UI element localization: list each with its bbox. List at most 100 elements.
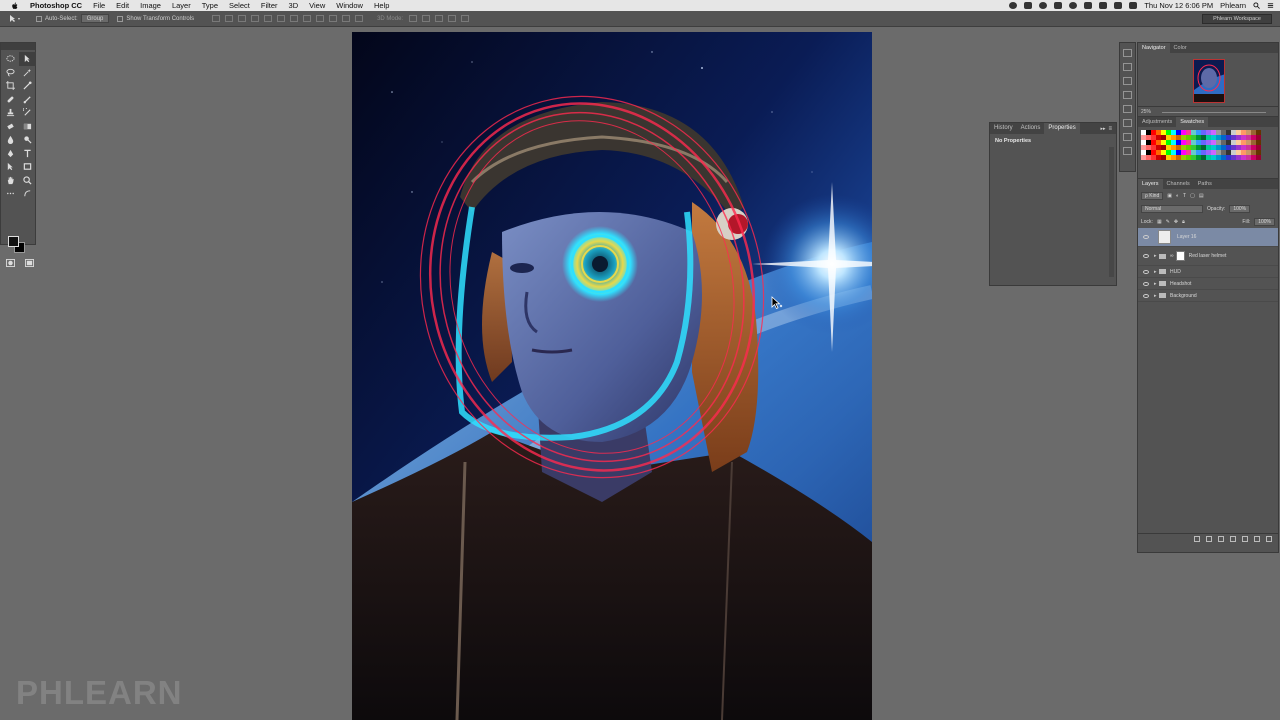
- tab-properties[interactable]: Properties: [1044, 123, 1080, 134]
- swap-colors-icon[interactable]: [19, 187, 36, 201]
- visibility-eye-icon[interactable]: [1143, 281, 1149, 286]
- path-selection-tool-icon[interactable]: [2, 160, 19, 174]
- menu-select[interactable]: Select: [229, 1, 250, 10]
- clone-source-icon[interactable]: [1123, 63, 1132, 71]
- tab-channels[interactable]: Channels: [1163, 179, 1194, 189]
- distribute-center-icon[interactable]: [342, 15, 351, 22]
- lasso-tool-icon[interactable]: [2, 66, 19, 80]
- tab-swatches[interactable]: Swatches: [1176, 117, 1209, 127]
- magic-wand-tool-icon[interactable]: [19, 66, 36, 80]
- dodge-tool-icon[interactable]: [19, 133, 36, 147]
- menu-view[interactable]: View: [309, 1, 325, 10]
- blend-mode-dropdown[interactable]: Normal: [1141, 204, 1203, 213]
- visibility-eye-icon[interactable]: [1143, 293, 1149, 298]
- menu-3d[interactable]: 3D: [289, 1, 299, 10]
- distribute-left-icon[interactable]: [329, 15, 338, 22]
- layer-row-red-laser-helmet[interactable]: ▸ ∞ Red laser helmet: [1138, 247, 1278, 266]
- tool-presets-icon[interactable]: [1123, 105, 1132, 113]
- workspace-switcher[interactable]: Phlearn Workspace: [1202, 14, 1272, 24]
- screen-mode-icon[interactable]: [25, 259, 34, 267]
- filter-smart-object-icon[interactable]: ▤: [1199, 193, 1204, 199]
- layer-row-background[interactable]: ▸ Background: [1138, 290, 1278, 302]
- navigator-zoom-value[interactable]: 25%: [1141, 109, 1151, 115]
- tab-navigator[interactable]: Navigator: [1138, 43, 1170, 53]
- link-layers-icon[interactable]: [1194, 535, 1200, 542]
- distribute-top-icon[interactable]: [290, 15, 299, 22]
- edit-toolbar-icon[interactable]: [2, 187, 19, 201]
- quick-mask-icon[interactable]: [6, 259, 15, 267]
- 3d-pan-icon[interactable]: [435, 15, 444, 22]
- tab-paths[interactable]: Paths: [1194, 179, 1216, 189]
- navigator-thumbnail[interactable]: [1193, 59, 1225, 103]
- history-brush-tool-icon[interactable]: [19, 106, 36, 120]
- auto-select-dropdown[interactable]: Group: [80, 14, 110, 23]
- marquee-tool-icon[interactable]: [2, 52, 19, 66]
- move-tool-preset-icon[interactable]: [8, 14, 22, 23]
- tab-layers[interactable]: Layers: [1138, 179, 1163, 189]
- filter-type-icon[interactable]: T: [1183, 193, 1186, 199]
- volume-icon[interactable]: [1114, 2, 1123, 9]
- filter-adjustment-icon[interactable]: ◐: [1176, 193, 1179, 199]
- navigator-zoom-slider[interactable]: [1162, 112, 1266, 113]
- layer-filter-dropdown[interactable]: ρ Kind: [1141, 191, 1164, 200]
- character-icon[interactable]: [1123, 77, 1132, 85]
- crop-tool-icon[interactable]: [2, 79, 19, 93]
- tab-color[interactable]: Color: [1170, 43, 1191, 53]
- gradient-tool-icon[interactable]: [19, 120, 36, 134]
- menubar-user[interactable]: Phlearn: [1220, 1, 1246, 10]
- tools-panel-grip[interactable]: [1, 43, 35, 50]
- 3d-scale-icon[interactable]: [461, 15, 470, 22]
- 3d-roll-icon[interactable]: [422, 15, 431, 22]
- menu-file[interactable]: File: [93, 1, 105, 10]
- panel-menu-icon[interactable]: ≡: [1108, 126, 1112, 132]
- layer-row-hud[interactable]: ▸ HUD: [1138, 266, 1278, 278]
- 3d-rotate-icon[interactable]: [409, 15, 418, 22]
- new-adjustment-icon[interactable]: [1230, 535, 1236, 542]
- info-icon[interactable]: [1123, 133, 1132, 141]
- menubar-clock[interactable]: Thu Nov 12 6:06 PM: [1144, 1, 1213, 10]
- lock-pixels-icon[interactable]: ▦: [1157, 219, 1162, 225]
- histogram-icon[interactable]: [1123, 147, 1132, 155]
- lock-position-icon[interactable]: ✥: [1174, 219, 1178, 225]
- lock-paint-icon[interactable]: ✎: [1166, 219, 1170, 225]
- align-left-icon[interactable]: [251, 15, 260, 22]
- tab-actions[interactable]: Actions: [1017, 123, 1045, 134]
- menu-layer[interactable]: Layer: [172, 1, 191, 10]
- menu-filter[interactable]: Filter: [261, 1, 278, 10]
- filter-pixel-icon[interactable]: ▣: [1167, 193, 1172, 199]
- move-tool-icon[interactable]: [19, 52, 36, 66]
- distribute-bottom-icon[interactable]: [316, 15, 325, 22]
- menu-type[interactable]: Type: [202, 1, 218, 10]
- tab-adjustments[interactable]: Adjustments: [1138, 117, 1176, 127]
- visibility-eye-icon[interactable]: [1143, 269, 1149, 274]
- blur-tool-icon[interactable]: [2, 133, 19, 147]
- distribute-middle-icon[interactable]: [303, 15, 312, 22]
- menu-image[interactable]: Image: [140, 1, 161, 10]
- notification-center-icon[interactable]: [1267, 2, 1274, 9]
- align-top-icon[interactable]: [212, 15, 221, 22]
- fill-field[interactable]: 100%: [1254, 217, 1275, 226]
- shape-tool-icon[interactable]: [19, 160, 36, 174]
- collapse-panel-icon[interactable]: ▸▸: [1100, 126, 1105, 132]
- layer-style-icon[interactable]: [1206, 535, 1212, 542]
- healing-brush-tool-icon[interactable]: [2, 93, 19, 107]
- color-swatch[interactable]: [1256, 155, 1261, 160]
- apple-icon[interactable]: [10, 2, 20, 10]
- document-canvas[interactable]: [352, 32, 872, 720]
- menu-window[interactable]: Window: [336, 1, 363, 10]
- opacity-field[interactable]: 100%: [1229, 204, 1251, 213]
- align-right-icon[interactable]: [277, 15, 286, 22]
- distribute-right-icon[interactable]: [355, 15, 364, 22]
- align-middle-icon[interactable]: [225, 15, 234, 22]
- cloud-icon[interactable]: [1024, 2, 1033, 9]
- menu-edit[interactable]: Edit: [116, 1, 129, 10]
- layer-mask-thumbnail[interactable]: [1175, 251, 1185, 261]
- wifi-icon[interactable]: [1099, 2, 1108, 9]
- align-center-icon[interactable]: [264, 15, 273, 22]
- visibility-eye-icon[interactable]: [1143, 254, 1149, 258]
- transform-controls-checkbox[interactable]: [117, 15, 124, 22]
- brush-preset-icon[interactable]: [1123, 49, 1132, 57]
- bluetooth-icon[interactable]: [1084, 2, 1093, 9]
- display-icon[interactable]: [1054, 2, 1063, 9]
- pen-tool-icon[interactable]: [2, 147, 19, 161]
